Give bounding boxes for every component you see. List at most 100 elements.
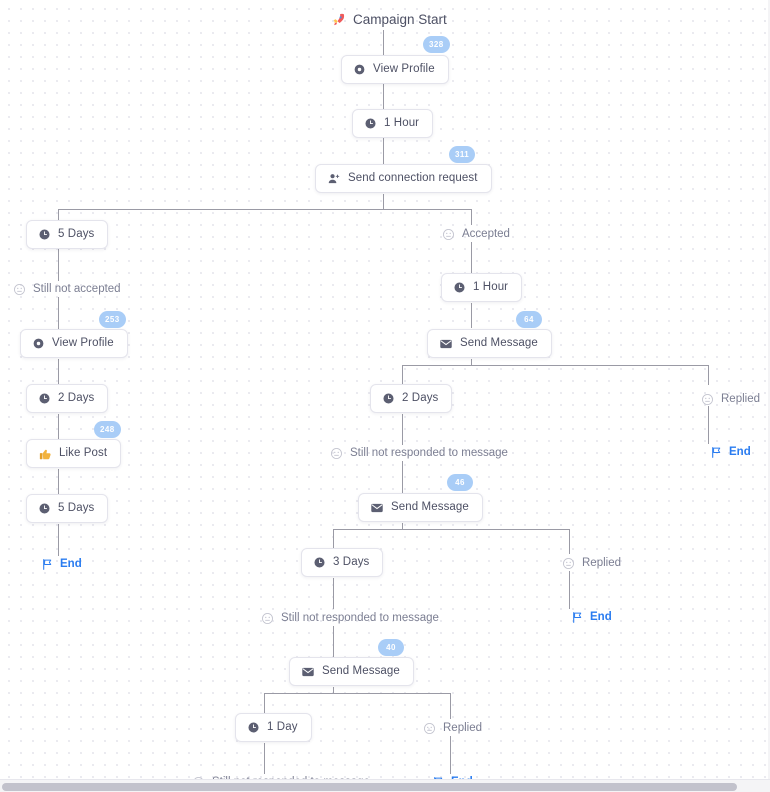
connector xyxy=(450,736,451,774)
node-label: Send Message xyxy=(322,664,400,677)
connector xyxy=(471,303,472,328)
connector xyxy=(333,626,334,658)
clock-icon xyxy=(247,721,260,734)
connector xyxy=(450,693,451,719)
clock-icon xyxy=(313,556,326,569)
horizontal-scrollbar-thumb[interactable] xyxy=(2,783,737,791)
clock-icon xyxy=(382,392,395,405)
neutral-face-icon xyxy=(330,447,343,460)
label-still-not-responded-1: Still not responded to message xyxy=(330,445,508,461)
badge-view-profile-1: 328 xyxy=(423,36,450,53)
page-title: Campaign Start xyxy=(331,12,447,27)
label-still-not-accepted: Still not accepted xyxy=(13,281,121,297)
badge-view-profile-2: 253 xyxy=(99,311,126,328)
node-delay-3days[interactable]: 3 Days xyxy=(301,548,384,577)
person-add-icon xyxy=(327,172,341,186)
label-replied-1: Replied xyxy=(701,391,760,407)
node-delay-5days-left[interactable]: 5 Days xyxy=(26,220,109,249)
connector-branch-bar xyxy=(402,365,709,366)
node-label: 1 Hour xyxy=(473,280,509,293)
badge-send-message-2: 46 xyxy=(447,474,473,491)
node-like-post[interactable]: Like Post xyxy=(26,439,122,468)
connector xyxy=(58,524,59,556)
connector xyxy=(569,529,570,554)
connector xyxy=(708,406,709,444)
clock-icon xyxy=(364,117,377,130)
node-label: 1 Day xyxy=(267,720,298,733)
rocket-icon xyxy=(331,12,346,27)
label-text: Replied xyxy=(721,393,760,405)
node-view-profile-2[interactable]: View Profile xyxy=(20,329,128,358)
connector xyxy=(569,571,570,609)
node-label: 3 Days xyxy=(333,555,370,568)
label-text: Still not responded to message xyxy=(281,612,439,624)
node-delay-1day[interactable]: 1 Day xyxy=(235,713,312,742)
flag-icon xyxy=(41,558,54,571)
node-delay-2days-mid[interactable]: 2 Days xyxy=(370,384,453,413)
node-view-profile-1[interactable]: View Profile xyxy=(341,55,449,84)
label-accepted: Accepted xyxy=(442,226,510,242)
connector xyxy=(58,359,59,384)
label-text: Accepted xyxy=(462,228,510,240)
connector xyxy=(58,249,59,281)
connector-branch-bar xyxy=(333,529,570,530)
horizontal-scrollbar[interactable] xyxy=(0,779,770,792)
node-send-message-1[interactable]: Send Message xyxy=(427,329,552,358)
neutral-face-icon xyxy=(261,612,274,625)
node-label: Send Message xyxy=(391,500,469,513)
flag-icon xyxy=(710,446,723,459)
badge-send-message-1: 64 xyxy=(516,311,542,328)
connector xyxy=(383,134,384,164)
connector xyxy=(264,743,265,774)
node-label: Send Message xyxy=(460,336,538,349)
envelope-icon xyxy=(439,337,453,351)
connector xyxy=(471,242,472,274)
node-send-connection-request[interactable]: Send connection request xyxy=(315,164,492,193)
clock-icon xyxy=(38,392,51,405)
connector xyxy=(471,209,472,225)
badge-send-connection-request: 311 xyxy=(449,146,476,163)
connector xyxy=(383,84,384,109)
connector xyxy=(402,365,403,384)
neutral-face-icon xyxy=(442,228,455,241)
connector xyxy=(402,414,403,445)
page-title-text: Campaign Start xyxy=(353,12,447,27)
end-label: End xyxy=(729,446,751,458)
label-text: Still not responded to message xyxy=(350,447,508,459)
node-delay-1hour-2[interactable]: 1 Hour xyxy=(441,273,523,302)
connector xyxy=(383,194,384,210)
flow-canvas[interactable]: Campaign Start View Profile 328 1 Hour S… xyxy=(0,0,770,792)
label-text: Replied xyxy=(582,557,621,569)
clock-icon xyxy=(453,281,466,294)
node-delay-5days-left-2[interactable]: 5 Days xyxy=(26,494,109,523)
connector xyxy=(402,461,403,493)
node-send-message-2[interactable]: Send Message xyxy=(358,493,483,522)
eye-icon xyxy=(353,63,366,76)
neutral-face-icon xyxy=(701,393,714,406)
connector xyxy=(383,30,384,55)
neutral-face-icon xyxy=(423,722,436,735)
node-delay-1hour-1[interactable]: 1 Hour xyxy=(352,109,434,138)
node-delay-2days-left[interactable]: 2 Days xyxy=(26,384,109,413)
clock-icon xyxy=(38,228,51,241)
badge-send-message-3: 40 xyxy=(378,639,404,656)
node-label: Like Post xyxy=(59,446,108,459)
label-replied-3: Replied xyxy=(423,720,482,736)
node-end-replied-2[interactable]: End xyxy=(571,609,612,625)
node-send-message-3[interactable]: Send Message xyxy=(289,657,414,686)
clock-icon xyxy=(38,502,51,515)
node-end-left[interactable]: End xyxy=(41,556,82,572)
connector xyxy=(58,209,59,220)
label-text: Still not accepted xyxy=(33,283,121,295)
connector xyxy=(58,414,59,439)
connector xyxy=(58,297,59,329)
thumbs-up-icon xyxy=(38,447,52,461)
envelope-icon xyxy=(301,665,315,679)
node-label: View Profile xyxy=(373,62,435,75)
connector xyxy=(264,693,265,713)
connector xyxy=(58,469,59,494)
connector-branch-bar xyxy=(264,693,451,694)
node-label: 2 Days xyxy=(402,391,439,404)
label-replied-2: Replied xyxy=(562,555,621,571)
node-end-replied-1[interactable]: End xyxy=(710,444,751,460)
